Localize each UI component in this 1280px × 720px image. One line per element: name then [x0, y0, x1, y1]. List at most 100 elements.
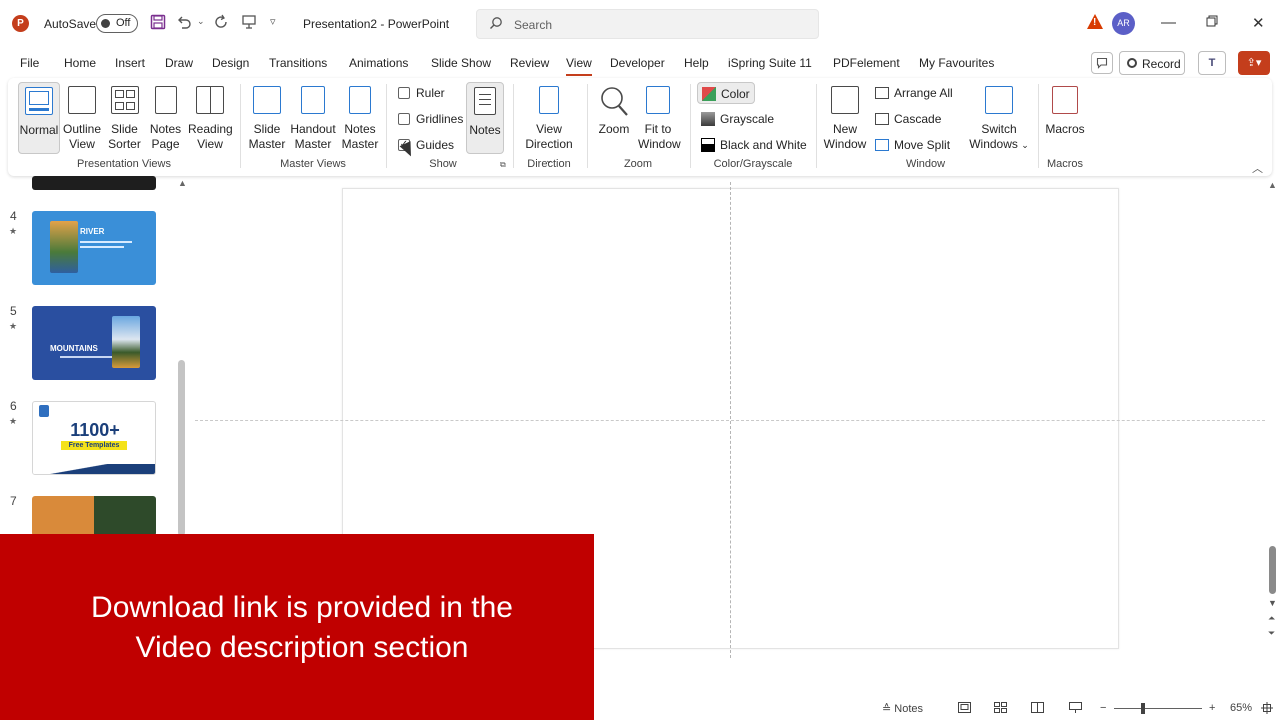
tab-draw[interactable]: Draw: [165, 56, 193, 70]
tab-animations[interactable]: Animations: [349, 56, 408, 70]
record-button[interactable]: Record: [1119, 51, 1185, 75]
next-slide-icon[interactable]: ⏷: [1268, 628, 1275, 639]
new-window-button[interactable]: New Window: [823, 86, 867, 152]
slide-sorter-button[interactable]: Slide Sorter: [108, 86, 141, 152]
slide-thumbnail-6[interactable]: 1100+ Free Templates: [32, 401, 156, 475]
scroll-down-icon[interactable]: ▼: [1268, 598, 1277, 608]
close-icon[interactable]: ✕: [1252, 14, 1265, 32]
slide-title: RIVER: [80, 227, 105, 236]
normal-view-button[interactable]: Normal: [18, 82, 60, 154]
collapse-ribbon-icon[interactable]: ︿: [1252, 160, 1263, 176]
handout-master-button[interactable]: Handout Master: [290, 86, 336, 152]
banner-line-2: Video description section: [135, 631, 469, 664]
black-and-white-button[interactable]: Black and White: [697, 134, 807, 156]
notes-master-label-2: Master: [341, 137, 379, 151]
tab-ispring-suite[interactable]: iSpring Suite 11: [728, 56, 812, 70]
new-window-label-1: New: [832, 122, 857, 136]
warning-icon[interactable]: !: [1087, 14, 1103, 29]
zoom-slider-thumb[interactable]: [1141, 703, 1145, 714]
slide-thumbnail-5[interactable]: MOUNTAINS: [32, 306, 156, 380]
handout-master-label-1: Handout: [290, 122, 336, 136]
tab-pdfelement[interactable]: PDFelement: [833, 56, 900, 70]
notes-page-button[interactable]: Notes Page: [149, 86, 182, 152]
customize-toolbar-icon[interactable]: ▿: [270, 15, 276, 28]
save-icon[interactable]: [150, 14, 166, 34]
present-icon[interactable]: [241, 14, 257, 34]
view-direction-button[interactable]: View Direction ⌄: [520, 86, 578, 168]
switch-windows-button[interactable]: Switch Windows ⌄: [968, 86, 1030, 153]
avatar[interactable]: AR: [1112, 12, 1135, 35]
reading-view-status-icon[interactable]: [1031, 702, 1044, 716]
tab-help[interactable]: Help: [684, 56, 709, 70]
tab-review[interactable]: Review: [510, 56, 549, 70]
notes-master-button[interactable]: Notes Master: [341, 86, 379, 152]
slide-sorter-label-1: Slide: [111, 122, 138, 136]
undo-dropdown-icon[interactable]: ⌄: [197, 16, 205, 27]
slide-number: 5: [10, 304, 17, 318]
outline-view-button[interactable]: Outline View: [62, 86, 102, 152]
zoom-in-icon[interactable]: +: [1209, 702, 1215, 714]
banner-line-1: Download link is provided in the: [91, 591, 513, 624]
tab-slide-show[interactable]: Slide Show: [431, 56, 491, 70]
teams-icon[interactable]: T: [1198, 51, 1226, 75]
fit-slide-icon[interactable]: [1261, 702, 1273, 717]
tab-home[interactable]: Home: [64, 56, 96, 70]
slide-thumbnail-7[interactable]: [32, 496, 156, 536]
zoom-button[interactable]: Zoom: [596, 86, 632, 137]
autosave-toggle[interactable]: Off: [96, 14, 138, 33]
search-box[interactable]: Search: [476, 9, 819, 39]
redo-icon[interactable]: [213, 14, 229, 34]
reading-view-button[interactable]: Reading View: [188, 86, 233, 152]
handout-master-label-2: Master: [294, 137, 332, 151]
grayscale-button[interactable]: Grayscale: [697, 108, 777, 130]
macros-label: Macros: [1045, 122, 1085, 136]
color-button[interactable]: Color: [697, 82, 755, 104]
editor-scrollbar[interactable]: [1269, 546, 1276, 594]
zoom-out-icon[interactable]: −: [1100, 702, 1106, 714]
fit-to-window-button[interactable]: Fit to Window: [638, 86, 681, 152]
horizontal-guide[interactable]: [195, 420, 1265, 421]
macros-button[interactable]: Macros: [1043, 86, 1087, 137]
slide-title: 1100+: [70, 420, 120, 440]
scroll-up-icon[interactable]: ▲: [178, 178, 187, 188]
tab-transitions[interactable]: Transitions: [269, 56, 327, 70]
slide-subtitle: Free Templates: [61, 441, 127, 450]
undo-icon[interactable]: [176, 14, 192, 34]
tab-file[interactable]: File: [20, 56, 39, 70]
comments-icon[interactable]: [1091, 52, 1113, 74]
slide-number: 6: [10, 399, 17, 413]
zoom-slider[interactable]: [1114, 708, 1202, 709]
mountain-image: [112, 316, 140, 368]
reading-label-2: View: [197, 137, 223, 151]
macros-group-label: Macros: [1046, 158, 1084, 170]
ruler-checkbox-box: [398, 87, 410, 99]
tab-my-favourites[interactable]: My Favourites: [919, 56, 994, 70]
restore-icon[interactable]: [1206, 14, 1218, 31]
zoom-level[interactable]: 65%: [1230, 702, 1252, 714]
slide-master-button[interactable]: Slide Master: [248, 86, 286, 152]
slide-thumbnail-4[interactable]: RIVER: [32, 211, 156, 285]
share-icon[interactable]: ⇪▾: [1238, 51, 1270, 75]
notes-toggle-button[interactable]: ≙ Notes: [882, 702, 923, 715]
slide-sorter-status-icon[interactable]: [994, 702, 1007, 716]
tab-design[interactable]: Design: [212, 56, 249, 70]
minimize-icon[interactable]: —: [1161, 14, 1176, 31]
scroll-up-icon[interactable]: ▲: [1268, 180, 1277, 190]
slideshow-status-icon[interactable]: [1069, 702, 1082, 717]
tab-view[interactable]: View: [566, 56, 592, 76]
color-swatch-icon: [702, 87, 716, 101]
bw-swatch-icon: [701, 138, 715, 152]
tab-developer[interactable]: Developer: [610, 56, 665, 70]
chevron-down-icon: ⌄: [1021, 140, 1029, 150]
macros-icon: [1052, 86, 1078, 114]
dialog-launcher-icon[interactable]: ⧉: [500, 160, 506, 170]
thumbnail-scrollbar[interactable]: [178, 360, 185, 536]
outline-label-2: View: [69, 137, 95, 151]
previous-slide-icon[interactable]: ⏶: [1268, 613, 1275, 624]
tab-insert[interactable]: Insert: [115, 56, 145, 70]
slide-thumbnail-3[interactable]: [32, 176, 156, 190]
normal-view-label: Normal: [19, 123, 59, 137]
notes-button[interactable]: Notes: [466, 82, 504, 154]
grayscale-label: Grayscale: [720, 112, 775, 126]
normal-view-status-icon[interactable]: [958, 702, 971, 716]
